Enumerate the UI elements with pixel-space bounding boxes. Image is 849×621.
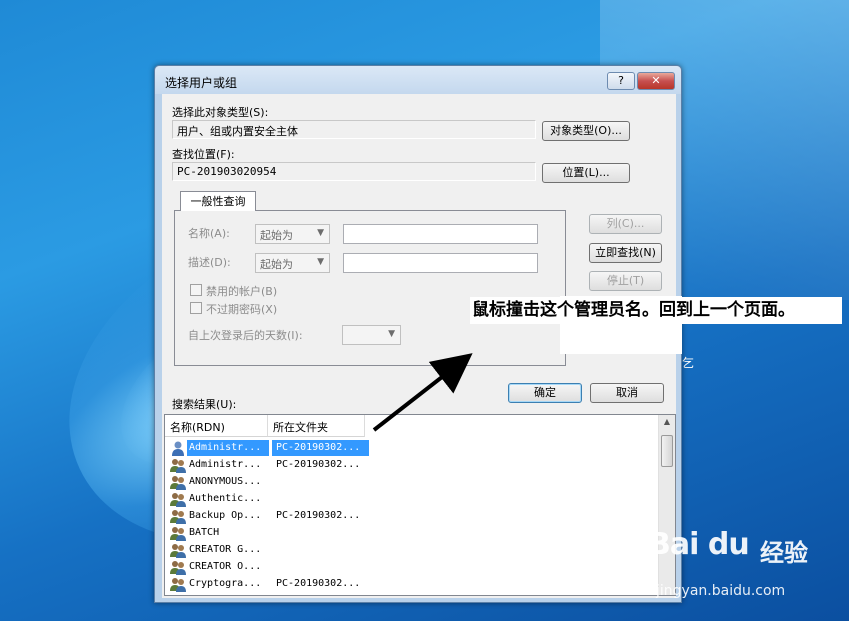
description-mode-select[interactable]: 起始为 ▼ (255, 253, 330, 273)
watermark-logo: Bai du (648, 527, 750, 562)
name-mode-select[interactable]: 起始为 ▼ (255, 224, 330, 244)
row-name: ANONYMOUS... (189, 476, 262, 487)
group-icon (170, 578, 186, 592)
non-expiring-password-checkbox[interactable] (190, 302, 202, 314)
location-label: 查找位置(F): (172, 148, 235, 161)
row-folder (272, 491, 369, 507)
description-label: 描述(D): (188, 256, 231, 269)
row-name: CREATOR O... (189, 561, 262, 572)
scroll-thumb[interactable] (661, 435, 673, 467)
row-name: Administr... (187, 440, 269, 456)
search-results-label: 搜索结果(U): (172, 398, 237, 411)
table-row[interactable]: Authentic... (169, 491, 665, 508)
column-header-folder[interactable]: 所在文件夹 (268, 415, 365, 437)
baidu-watermark: Bai du 经验 jingyan.baidu.com (648, 527, 843, 607)
column-header-name[interactable]: 名称(RDN) (165, 415, 268, 437)
desktop-partial-text: 乞 (682, 356, 695, 370)
chevron-down-icon: ▼ (388, 329, 395, 339)
description-input[interactable] (343, 253, 538, 273)
close-button[interactable]: ✕ (637, 72, 675, 90)
object-type-field: 用户、组或内置安全主体 (172, 120, 536, 139)
table-row[interactable]: Administr... PC-20190302... (169, 440, 665, 457)
locations-button[interactable]: 位置(L)... (542, 163, 630, 183)
row-name: CREATOR G... (189, 544, 262, 555)
tab-common-queries[interactable]: 一般性查询 (180, 191, 256, 211)
table-row[interactable]: Backup Op... PC-20190302... (169, 508, 665, 525)
common-queries-panel: 名称(A): 起始为 ▼ 描述(D): 起始为 ▼ 禁用的帐户(B) 不过期密码… (174, 210, 566, 366)
name-label: 名称(A): (188, 227, 230, 240)
find-now-button[interactable]: 立即查找(N) (589, 243, 662, 263)
object-types-button[interactable]: 对象类型(O)... (542, 121, 630, 141)
group-icon (170, 561, 186, 575)
annotation-text: 鼠标撞击这个管理员名。回到上一个页面。 (470, 297, 842, 324)
watermark-url: jingyan.baidu.com (656, 583, 786, 599)
days-since-login-select[interactable]: ▼ (342, 325, 401, 345)
row-folder: PC-20190302... (276, 510, 361, 521)
dialog-title: 选择用户或组 (165, 76, 238, 90)
row-folder (272, 525, 369, 541)
user-icon (172, 441, 184, 456)
description-mode-value: 起始为 (260, 258, 293, 271)
search-results-list[interactable]: 名称(RDN) 所在文件夹 Administr... PC-20190302...… (164, 414, 676, 596)
row-name: Backup Op... (189, 510, 262, 521)
object-type-label: 选择此对象类型(S): (172, 106, 269, 119)
non-expiring-password-label: 不过期密码(X) (206, 303, 278, 316)
days-since-login-label: 自上次登录后的天数(I): (188, 329, 303, 342)
row-name: Administr... (189, 459, 262, 470)
row-folder (272, 542, 369, 558)
group-icon (170, 544, 186, 558)
group-icon (170, 459, 186, 473)
disabled-accounts-label: 禁用的帐户(B) (206, 285, 278, 298)
table-row[interactable]: CREATOR O... (169, 559, 665, 576)
name-input[interactable] (343, 224, 538, 244)
row-folder: PC-20190302... (276, 578, 361, 589)
row-name: Authentic... (189, 493, 262, 504)
columns-button[interactable]: 列(C)... (589, 214, 662, 234)
table-row[interactable]: Cryptogra... PC-20190302... (169, 576, 665, 593)
disabled-accounts-checkbox[interactable] (190, 284, 202, 296)
table-row[interactable]: BATCH (169, 525, 665, 542)
table-row[interactable]: Administr... PC-20190302... (169, 457, 665, 474)
group-icon (170, 476, 186, 490)
row-folder: PC-20190302... (276, 459, 361, 470)
ok-button[interactable]: 确定 (508, 383, 582, 403)
watermark-jingyan: 经验 (760, 539, 808, 567)
table-row[interactable]: CREATOR G... (169, 542, 665, 559)
chevron-down-icon: ▼ (317, 257, 324, 267)
help-button[interactable]: ? (607, 72, 635, 90)
name-mode-value: 起始为 (260, 229, 293, 242)
row-name: BATCH (189, 527, 220, 538)
dialog-titlebar[interactable]: 选择用户或组 ? ✕ (155, 66, 681, 94)
stop-button[interactable]: 停止(T) (589, 271, 662, 291)
row-name: Cryptogra... (189, 578, 262, 589)
row-folder (272, 474, 369, 490)
group-icon (170, 493, 186, 507)
group-icon (170, 510, 186, 524)
group-icon (170, 527, 186, 541)
location-field: PC-201903020954 (172, 162, 536, 181)
row-folder (272, 559, 369, 575)
table-row[interactable]: ANONYMOUS... (169, 474, 665, 491)
row-folder: PC-20190302... (272, 440, 369, 456)
chevron-down-icon: ▼ (317, 228, 324, 238)
scroll-up-icon[interactable]: ▲ (661, 417, 673, 431)
cancel-button[interactable]: 取消 (590, 383, 664, 403)
